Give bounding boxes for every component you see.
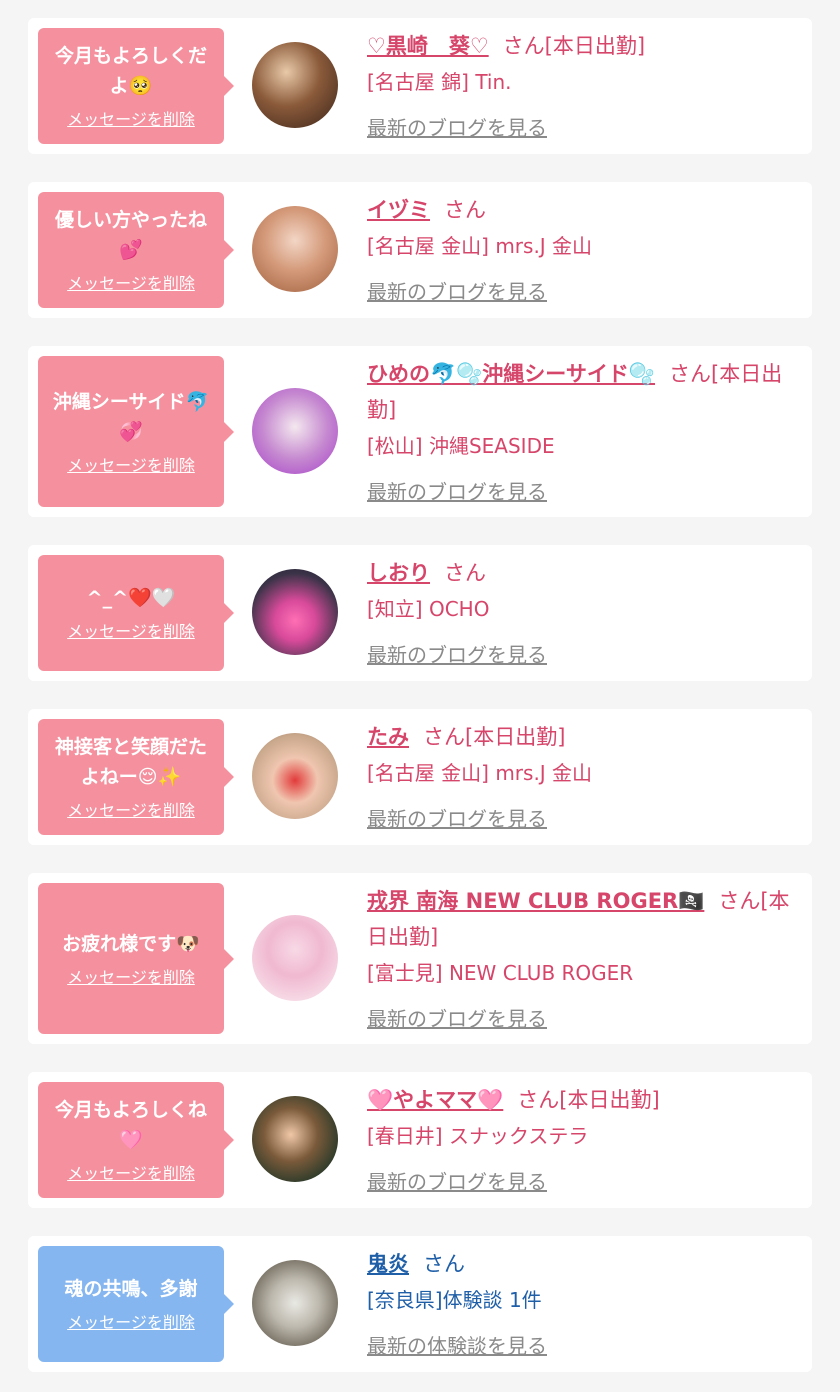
message-text: 優しい方やったね💕 [54,209,207,261]
profile-name-link[interactable]: 🩷やよママ🩷 [367,1088,503,1112]
profile-name-link[interactable]: 鬼炎 [367,1252,409,1276]
message-bubble: 沖縄シーサイド🐬💞 メッセージを削除 [38,356,234,507]
honorific-status: さん[本日出勤] [502,34,646,58]
avatar[interactable] [252,42,338,128]
honorific-status: さん[本日出勤] [517,1088,660,1112]
message-bubble: お疲れ様です🐶 メッセージを削除 [38,883,234,1034]
message-text: 今月もよろしくだよ🥺 [54,45,207,97]
avatar[interactable] [252,915,338,1001]
honorific-status: さん[本日出勤] [423,725,566,749]
delete-message-link[interactable]: メッセージを削除 [46,967,216,989]
list-item: お疲れ様です🐶 メッセージを削除 戎界 南海 NEW CLUB ROGER🏴‍☠… [28,873,812,1044]
latest-blog-link[interactable]: 最新のブログを見る [367,110,801,146]
avatar[interactable] [252,733,338,819]
shop-location: [春日井] スナックステラ [367,1124,589,1148]
delete-message-link[interactable]: メッセージを削除 [46,455,216,477]
profile-name-link[interactable]: イヅミ [367,198,430,222]
message-text: 魂の共鳴、多謝 [64,1278,198,1300]
message-list: 今月もよろしくだよ🥺 メッセージを削除 ♡黒崎 葵♡ さん[本日出勤] [名古屋 … [0,0,840,1372]
latest-blog-link[interactable]: 最新のブログを見る [367,1164,801,1200]
profile-name-link[interactable]: ひめの🐬🫧沖縄シーサイド🫧 [367,362,655,386]
delete-message-link[interactable]: メッセージを削除 [46,1163,216,1185]
list-item: 優しい方やったね💕 メッセージを削除 イヅミ さん [名古屋 金山] mrs.J … [28,182,812,318]
list-item: 魂の共鳴、多謝 メッセージを削除 鬼炎 さん [奈良県]体験談 1件 最新の体験談… [28,1236,812,1372]
list-item: 沖縄シーサイド🐬💞 メッセージを削除 ひめの🐬🫧沖縄シーサイド🫧 さん[本日出勤]… [28,346,812,517]
delete-message-link[interactable]: メッセージを削除 [46,109,216,131]
latest-blog-link[interactable]: 最新のブログを見る [367,474,801,510]
avatar[interactable] [252,388,338,474]
message-text: ^_^❤️🤍 [86,587,176,609]
list-item: ^_^❤️🤍 メッセージを削除 しおり さん [知立] OCHO 最新のブログを見… [28,545,812,681]
latest-blog-link[interactable]: 最新のブログを見る [367,274,801,310]
profile-name-link[interactable]: ♡黒崎 葵♡ [367,34,489,58]
message-bubble: 魂の共鳴、多謝 メッセージを削除 [38,1246,234,1362]
profile-name-link[interactable]: 戎界 南海 NEW CLUB ROGER🏴‍☠️ [367,889,704,913]
shop-location: [松山] 沖縄SEASIDE [367,434,555,458]
list-item: 今月もよろしくね🩷 メッセージを削除 🩷やよママ🩷 さん[本日出勤] [春日井] … [28,1072,812,1208]
latest-review-link[interactable]: 最新の体験談を見る [367,1328,801,1364]
message-text: お疲れ様です🐶 [62,932,200,955]
shop-location: [名古屋 金山] mrs.J 金山 [367,761,593,785]
message-bubble: 神接客と笑顔だたよねー😌✨ メッセージを削除 [38,719,234,835]
message-bubble: ^_^❤️🤍 メッセージを削除 [38,555,234,671]
shop-location: [知立] OCHO [367,597,490,621]
delete-message-link[interactable]: メッセージを削除 [46,800,216,822]
honorific-status: さん [444,561,486,585]
message-text: 今月もよろしくね🩷 [54,1099,207,1151]
latest-blog-link[interactable]: 最新のブログを見る [367,801,801,837]
delete-message-link[interactable]: メッセージを削除 [46,273,216,295]
message-text: 神接客と笑顔だたよねー😌✨ [54,736,207,788]
shop-location: [富士見] NEW CLUB ROGER [367,961,634,985]
latest-blog-link[interactable]: 最新のブログを見る [367,637,801,673]
shop-location: [名古屋 錦] Tin. [367,70,512,94]
message-bubble: 今月もよろしくね🩷 メッセージを削除 [38,1082,234,1198]
profile-name-link[interactable]: たみ [367,725,409,749]
message-text: 沖縄シーサイド🐬💞 [52,390,210,443]
avatar[interactable] [252,206,338,292]
avatar[interactable] [252,1260,338,1346]
delete-message-link[interactable]: メッセージを削除 [46,1312,216,1334]
shop-location: [名古屋 金山] mrs.J 金山 [367,234,593,258]
list-item: 今月もよろしくだよ🥺 メッセージを削除 ♡黒崎 葵♡ さん[本日出勤] [名古屋 … [28,18,812,154]
honorific-status: さん [423,1252,465,1276]
delete-message-link[interactable]: メッセージを削除 [46,621,216,643]
message-bubble: 今月もよろしくだよ🥺 メッセージを削除 [38,28,234,144]
avatar[interactable] [252,1096,338,1182]
list-item: 神接客と笑顔だたよねー😌✨ メッセージを削除 たみ さん[本日出勤] [名古屋 金… [28,709,812,845]
avatar[interactable] [252,569,338,655]
honorific-status: さん [444,198,486,222]
message-bubble: 優しい方やったね💕 メッセージを削除 [38,192,234,308]
profile-name-link[interactable]: しおり [367,561,430,585]
shop-location: [奈良県]体験談 1件 [367,1288,542,1312]
latest-blog-link[interactable]: 最新のブログを見る [367,1001,801,1037]
